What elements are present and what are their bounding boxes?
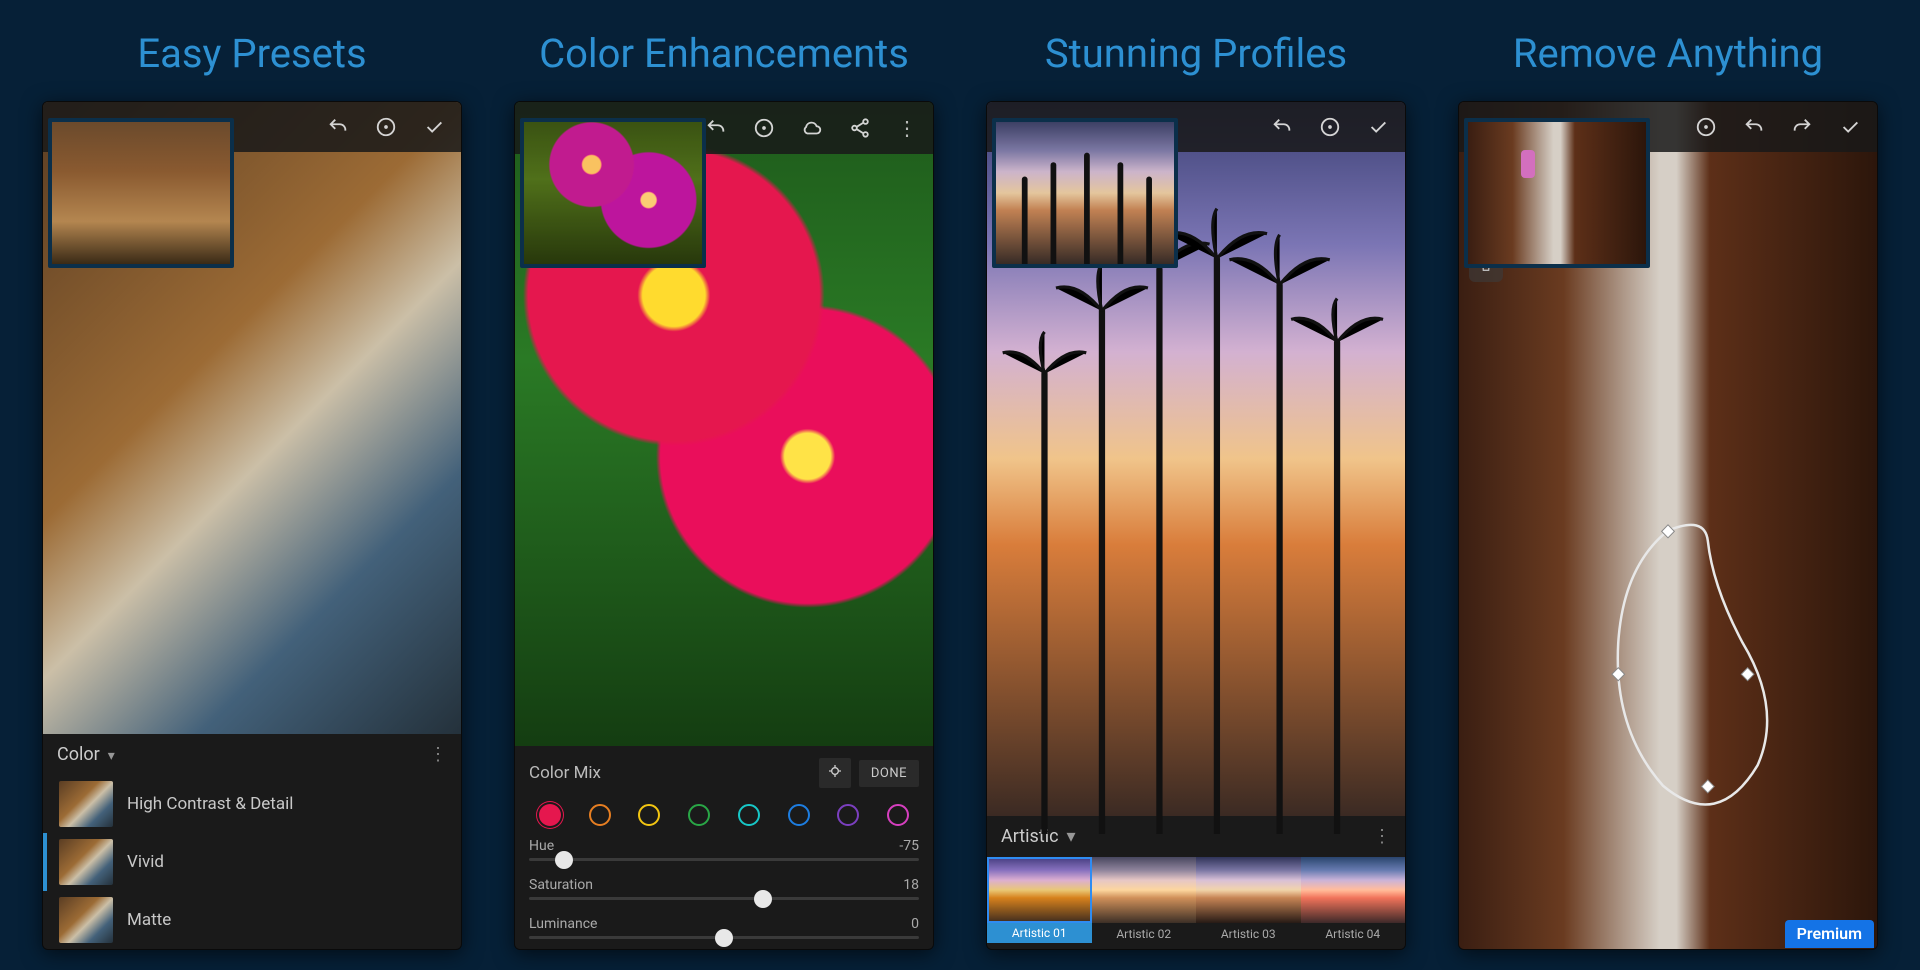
panel-title: Easy Presets (42, 30, 462, 77)
swatch-red[interactable] (539, 804, 561, 826)
info-icon[interactable] (1695, 116, 1717, 138)
swatch-teal[interactable] (738, 804, 760, 826)
before-thumbnail (1464, 118, 1650, 268)
preset-label: High Contrast & Detail (127, 794, 293, 814)
undo-icon[interactable] (1743, 116, 1765, 138)
info-icon[interactable] (753, 117, 775, 139)
preset-item[interactable]: High Contrast & Detail (43, 775, 461, 833)
swatch-magenta[interactable] (887, 804, 909, 826)
swatch-green[interactable] (688, 804, 710, 826)
before-thumbnail (992, 118, 1178, 268)
profile-caption: Artistic 02 (1092, 923, 1197, 941)
undo-icon[interactable] (327, 116, 349, 138)
more-icon[interactable]: ⋮ (1373, 826, 1391, 847)
saturation-slider[interactable] (529, 897, 919, 900)
slider-value: -75 (899, 838, 919, 854)
preset-item[interactable]: Vivid (43, 833, 461, 891)
done-button[interactable]: DONE (859, 760, 919, 787)
redo-icon[interactable] (1791, 116, 1813, 138)
slider-value: 18 (903, 877, 919, 893)
info-icon[interactable] (375, 116, 397, 138)
profile-caption: Artistic 04 (1301, 923, 1406, 941)
slider-label: Hue (529, 838, 554, 854)
profile-item[interactable]: Artistic 02 (1092, 857, 1197, 943)
before-thumbnail (520, 118, 706, 268)
before-thumbnail (48, 118, 234, 268)
target-adjustment-button[interactable] (819, 758, 851, 788)
preset-thumb (59, 781, 113, 827)
preset-item[interactable]: Matte (43, 891, 461, 949)
swatch-orange[interactable] (589, 804, 611, 826)
preset-label: Matte (127, 910, 171, 930)
slider-label: Luminance (529, 916, 597, 932)
accept-icon[interactable] (423, 116, 445, 138)
preset-section-label[interactable]: Color (57, 744, 100, 765)
preset-thumb (59, 897, 113, 943)
panel-easy-presets: Easy Presets Color ▾ ⋮ High Contrast & De… (42, 30, 462, 950)
more-icon[interactable]: ⋮ (429, 744, 447, 765)
panel-remove-anything: Remove Anything (1458, 30, 1878, 950)
chevron-down-icon[interactable]: ▾ (108, 748, 115, 764)
chevron-down-icon[interactable]: ▾ (1067, 826, 1076, 847)
swatch-blue[interactable] (788, 804, 810, 826)
panel-title: Stunning Profiles (986, 30, 1406, 77)
info-icon[interactable] (1319, 116, 1341, 138)
panel-stunning-profiles: Stunning Profiles (986, 30, 1406, 950)
profile-caption: Artistic 01 (987, 923, 1092, 943)
swatch-purple[interactable] (837, 804, 859, 826)
presets-panel: Color ▾ ⋮ High Contrast & Detail Vivid Ma… (43, 734, 461, 949)
panel-title: Remove Anything (1458, 30, 1878, 77)
panel-color-enhancements: Color Enhancements ⋮ Color Mix (514, 30, 934, 950)
accept-icon[interactable] (1839, 116, 1861, 138)
profile-item[interactable]: Artistic 01 (987, 857, 1092, 943)
undo-icon[interactable] (705, 117, 727, 139)
profile-item[interactable]: Artistic 04 (1301, 857, 1406, 943)
color-mix-panel: Color Mix DONE (515, 746, 933, 949)
slider-label: Saturation (529, 877, 593, 893)
hue-slider[interactable] (529, 858, 919, 861)
profiles-panel: Artistic▾ ⋮ Artistic 01 Artistic 02 Arti… (987, 816, 1405, 949)
preset-thumb (59, 839, 113, 885)
profile-item[interactable]: Artistic 03 (1196, 857, 1301, 943)
share-icon[interactable] (849, 117, 871, 139)
cloud-icon[interactable] (801, 117, 823, 139)
accept-icon[interactable] (1367, 116, 1389, 138)
app-gallery-row: Easy Presets Color ▾ ⋮ High Contrast & De… (0, 0, 1920, 970)
slider-value: 0 (911, 916, 919, 932)
more-icon[interactable]: ⋮ (897, 116, 917, 140)
swatch-yellow[interactable] (638, 804, 660, 826)
color-swatches (515, 796, 933, 832)
panel-title: Color Enhancements (514, 30, 934, 77)
premium-badge[interactable]: Premium (1785, 920, 1874, 948)
luminance-slider[interactable] (529, 936, 919, 939)
color-mix-title: Color Mix (529, 763, 601, 783)
profile-caption: Artistic 03 (1196, 923, 1301, 941)
undo-icon[interactable] (1271, 116, 1293, 138)
preset-label: Vivid (127, 852, 164, 872)
